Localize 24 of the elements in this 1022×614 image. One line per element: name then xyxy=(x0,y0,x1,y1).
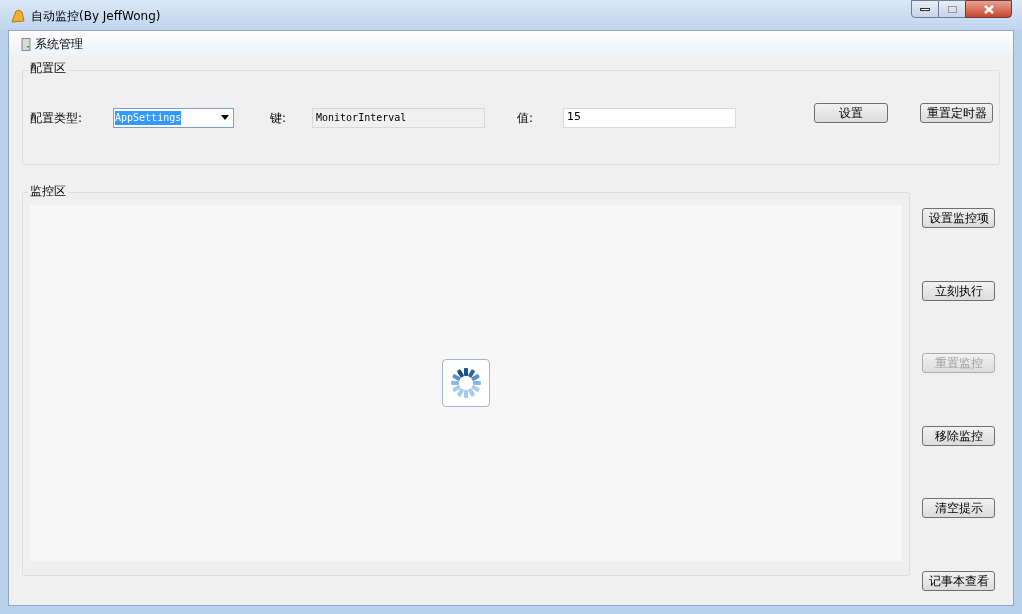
button[interactable]: 移除监控 xyxy=(922,425,995,446)
button[interactable]: 清空提示 xyxy=(922,498,995,519)
server-icon xyxy=(21,37,31,51)
button[interactable]: 立刻执行 xyxy=(922,280,995,301)
minimize-button[interactable] xyxy=(911,0,939,18)
loading-spinner-icon xyxy=(442,359,490,407)
maximize-button[interactable] xyxy=(939,0,965,18)
menu-item[interactable]: 系统管理 xyxy=(21,35,83,53)
window-title: 自动监控(By JeffWong) xyxy=(31,8,161,25)
button[interactable]: 重置定时器 xyxy=(920,102,993,123)
value-field[interactable]: 15 xyxy=(563,107,736,128)
close-icon xyxy=(983,4,994,14)
key-field[interactable]: MonitorInterval xyxy=(312,107,485,128)
button[interactable]: 记事本查看 xyxy=(922,570,995,591)
group-title: 配置区 xyxy=(28,62,68,74)
dropdown-arrow-icon xyxy=(221,115,229,120)
group-title: 监控区 xyxy=(28,185,68,197)
close-button[interactable] xyxy=(965,0,1012,18)
field-label: 键: xyxy=(270,109,288,127)
button[interactable]: 设置监控项 xyxy=(922,208,995,228)
field-label: 配置类型: xyxy=(30,109,84,127)
field-label: 值: xyxy=(517,109,535,127)
app-icon xyxy=(10,8,26,24)
button[interactable]: 设置 xyxy=(814,102,888,123)
